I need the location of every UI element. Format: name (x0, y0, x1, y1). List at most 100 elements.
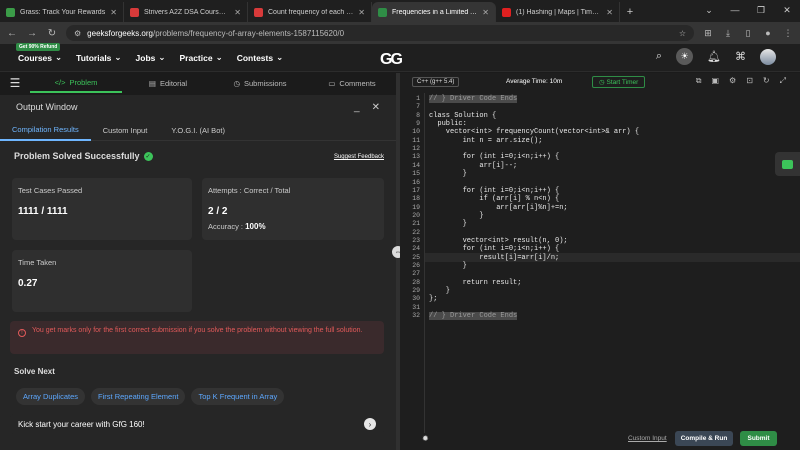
hamburger-icon[interactable]: ☰ (0, 76, 30, 90)
comment-icon: ▭ (328, 78, 336, 88)
expand-icon[interactable]: ⤢ (780, 76, 786, 86)
copy-icon[interactable]: ⧉ (696, 76, 702, 86)
code-line: class Solution { (429, 111, 497, 120)
tab-problem[interactable]: </> Problem (30, 73, 122, 93)
line-number: 19 (412, 203, 420, 211)
close-tab-icon[interactable]: ✕ (234, 8, 241, 17)
gfg-nav-right: ⌕ ☀ 🔔︎ ⌘ (656, 48, 776, 65)
browser-tab[interactable]: Frequencies in a Limited Array | ✕ (372, 2, 496, 22)
maximize-icon[interactable]: ❐ (748, 0, 774, 20)
menu-courses[interactable]: Courses ⌄ (18, 52, 62, 63)
extensions-icon[interactable]: ⊞ (702, 28, 714, 39)
tab-custom-input[interactable]: Custom Input (91, 119, 160, 141)
profile-icon[interactable]: ● (762, 28, 774, 38)
bell-icon[interactable]: 🔔︎ (707, 50, 721, 63)
browser-tab[interactable]: Grass: Track Your Rewards ✕ (0, 2, 124, 22)
output-window-header: Output Window _ ✕ (0, 95, 396, 119)
url-domain: geeksforgeeks.org (87, 28, 153, 38)
submit-button[interactable]: Submit (740, 431, 777, 446)
menu-label: Contests (236, 52, 274, 63)
menu-practice[interactable]: Practice ⌄ (180, 52, 223, 63)
close-tab-icon[interactable]: ✕ (606, 8, 613, 17)
line-number: 11 (412, 136, 420, 144)
start-timer-button[interactable]: ◷ Start Timer (592, 76, 646, 88)
browser-menu-icon[interactable]: ⋮ (782, 28, 794, 39)
tab-comments[interactable]: ▭ Comments (306, 73, 398, 93)
chevron-down-icon: ⌄ (55, 52, 63, 62)
line-number: 15 (412, 170, 420, 178)
gfg-logo[interactable]: GG (380, 51, 403, 69)
reset-icon[interactable]: ↻ (763, 76, 770, 86)
tab-editorial[interactable]: ▤ Editorial (122, 73, 214, 93)
chevron-down-icon: ⌄ (215, 52, 223, 62)
close-panel-icon[interactable]: ✕ (372, 102, 380, 113)
code-line: arr[i]--; (429, 161, 518, 170)
custom-input-link[interactable]: Custom Input (628, 435, 667, 442)
browser-tab-title: (1) Hashing | Maps | Time Comp (516, 8, 601, 16)
line-number: 24 (412, 245, 420, 253)
code-area[interactable]: // } Driver Code Ends class Solution { pu… (424, 93, 800, 433)
bookmark-star-icon[interactable]: ☆ (679, 29, 686, 38)
browser-tab[interactable]: (1) Hashing | Maps | Time Comp ✕ (496, 2, 620, 22)
sidebar-icon[interactable]: ▯ (742, 28, 754, 39)
browser-tab[interactable]: Strivers A2Z DSA Course/Sheet ✕ (124, 2, 248, 22)
menu-contests[interactable]: Contests ⌄ (237, 52, 284, 63)
close-tab-icon[interactable]: ✕ (110, 8, 117, 17)
line-number: 26 (412, 262, 420, 269)
line-number: 16 (412, 178, 420, 186)
language-select[interactable]: C++ (g++ 5.4) (412, 77, 460, 87)
code-line: // } Driver Code Ends (429, 95, 518, 104)
theme-toggle-icon[interactable]: ☀ (676, 48, 694, 65)
chip-top-k-frequent[interactable]: Top K Frequent in Array (191, 388, 285, 405)
favicon-icon (6, 7, 15, 17)
chip-array-duplicates[interactable]: Array Duplicates (16, 388, 86, 405)
menu-jobs[interactable]: Jobs ⌄ (136, 52, 166, 63)
site-info-icon[interactable]: ⚙ (74, 29, 81, 38)
menu-tutorials[interactable]: Tutorials ⌄ (76, 52, 121, 63)
code-line: }; (429, 295, 438, 304)
browser-tab[interactable]: Count frequency of each eleme ✕ (248, 2, 372, 22)
test-cases-label: Test Cases Passed (18, 186, 83, 195)
forward-icon[interactable]: → (26, 28, 38, 39)
search-icon[interactable]: ⌕ (656, 50, 662, 63)
avatar[interactable] (760, 48, 776, 65)
attempts-value: 2 / 2 (208, 206, 228, 217)
back-icon[interactable]: ← (6, 28, 18, 39)
lightbulb-icon[interactable]: ✹ (422, 434, 432, 444)
tab-label: Submissions (244, 78, 287, 88)
tab-submissions[interactable]: ◷ Submissions (214, 73, 306, 93)
line-number: 20 (412, 211, 420, 219)
settings-icon[interactable]: ⚙ (729, 76, 736, 86)
compile-run-button[interactable]: Compile & Run (675, 431, 733, 446)
fullscreen-icon[interactable]: ⊡ (746, 76, 753, 86)
code-line: public: (429, 120, 467, 129)
chip-first-repeating-element[interactable]: First Repeating Element (91, 388, 186, 405)
chevron-down-icon: ⌄ (114, 52, 122, 62)
document-icon: ▤ (148, 78, 156, 88)
chat-icon[interactable] (775, 152, 800, 176)
line-number: 1 (416, 95, 420, 102)
reload-icon[interactable]: ↻ (46, 28, 58, 39)
close-tab-icon[interactable]: ✕ (482, 8, 489, 17)
tab-search-icon[interactable]: ⌄ (696, 0, 722, 20)
url-field[interactable]: ⚙ geeksforgeeks.org/problems/frequency-o… (66, 25, 694, 41)
tab-compilation-results[interactable]: Compilation Results (0, 119, 91, 141)
tab-yogi-ai-bot[interactable]: Y.O.G.I. (AI Bot) (159, 119, 237, 141)
chevron-right-icon[interactable]: › (364, 418, 376, 430)
kickstart-banner[interactable]: Kick start your career with GfG 160! › (10, 414, 384, 434)
close-tab-icon[interactable]: ✕ (358, 8, 365, 17)
translate-icon[interactable]: ⌘ (735, 50, 746, 63)
suggest-feedback-link[interactable]: Suggest Feedback (334, 154, 384, 160)
minimize-icon[interactable]: — (722, 0, 748, 20)
close-window-icon[interactable]: ✕ (774, 0, 800, 20)
tab-label: Problem (69, 77, 98, 87)
downloads-icon[interactable]: ⤓ (722, 28, 734, 39)
line-number: 10 (412, 128, 420, 136)
attempts-card: Attempts : Correct / Total 2 / 2 Accurac… (202, 178, 384, 240)
minimize-panel-icon[interactable]: _ (354, 102, 360, 113)
new-tab-icon[interactable]: + (620, 2, 640, 22)
browser-tab-bar: Grass: Track Your Rewards ✕ Strivers A2Z D… (0, 0, 800, 22)
save-icon[interactable]: ▣ (711, 76, 719, 86)
output-window-title: Output Window (16, 102, 78, 112)
time-taken-label: Time Taken (18, 258, 57, 267)
